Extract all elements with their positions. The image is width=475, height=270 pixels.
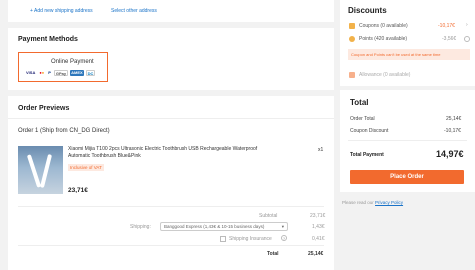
divider bbox=[8, 118, 334, 119]
divider bbox=[18, 206, 324, 207]
online-payment-option[interactable]: Online Payment VISA ●● P GPay AMEX DC bbox=[18, 52, 108, 82]
chevron-down-icon: ▾ bbox=[281, 224, 284, 229]
shipping-method-value: Banggood Express (1,43€ & 10-15 business… bbox=[164, 224, 265, 229]
coupon-discount-value: -10,17€ bbox=[444, 128, 461, 134]
total-title: Total bbox=[350, 98, 369, 107]
total-card: Total Order Total 25,14€ Coupon Discount… bbox=[340, 90, 475, 192]
product-name[interactable]: Xiaomi Mijia T100 2pcs Ultrasonic Electr… bbox=[68, 146, 268, 160]
payment-methods-card: Payment Methods Online Payment VISA ●● P… bbox=[8, 28, 334, 90]
privacy-note: Please read our Privacy Policy bbox=[342, 200, 403, 205]
shipping-method-select[interactable]: Banggood Express (1,43€ & 10-15 business… bbox=[160, 222, 288, 231]
card-icons: VISA ●● P GPay AMEX DC bbox=[25, 70, 96, 76]
points-value: -3,56€ bbox=[442, 36, 457, 42]
visa-icon: VISA bbox=[26, 70, 36, 75]
order-previews-title: Order Previews bbox=[18, 105, 70, 112]
info-icon[interactable]: ? bbox=[281, 235, 287, 241]
coupon-icon bbox=[349, 23, 355, 29]
discounts-title: Discounts bbox=[348, 6, 387, 15]
order-total-label: Order Total bbox=[350, 116, 375, 122]
total-payment-value: 14,97€ bbox=[436, 149, 464, 159]
divider bbox=[18, 245, 324, 246]
subtotal-value: 23,71€ bbox=[310, 213, 326, 219]
product-image[interactable] bbox=[18, 146, 63, 194]
coupons-value: -10,17€ bbox=[438, 23, 455, 29]
toothbrush-graphic bbox=[26, 154, 42, 188]
paypal-icon: P bbox=[48, 70, 51, 75]
divider bbox=[348, 140, 467, 141]
online-payment-label: Online Payment bbox=[51, 59, 94, 65]
order-header: Order 1 (Ship from CN_DG Direct) bbox=[18, 128, 110, 134]
allowance-icon bbox=[349, 72, 355, 78]
shipping-insurance-checkbox[interactable] bbox=[220, 236, 226, 242]
shipping-value: 1,43€ bbox=[312, 224, 325, 230]
select-other-address-link[interactable]: Select other address bbox=[111, 8, 157, 14]
privacy-policy-link[interactable]: Privacy Policy bbox=[375, 200, 403, 205]
amex-icon: AMEX bbox=[70, 70, 84, 76]
vat-tag: Inclusive of VAT bbox=[68, 164, 104, 171]
points-icon bbox=[349, 36, 355, 42]
diners-icon: DC bbox=[85, 70, 96, 76]
shipping-label: Shipping: bbox=[130, 224, 151, 230]
coupon-discount-label: Coupon Discount bbox=[350, 128, 389, 134]
order-total-value: 25,14€ bbox=[308, 251, 324, 257]
add-new-address-link[interactable]: + Add new shipping address bbox=[30, 8, 93, 14]
subtotal-label: Subtotal bbox=[259, 213, 278, 219]
discounts-card: Discounts Coupons (0 available) -10,17€ … bbox=[340, 0, 475, 86]
order-total-value: 25,14€ bbox=[446, 116, 462, 122]
toothbrush-graphic bbox=[39, 154, 53, 188]
coupon-points-warning: Coupon and Points can't be used at the s… bbox=[348, 49, 470, 60]
points-toggle[interactable] bbox=[464, 36, 470, 42]
allowance-label: Allowance (0 available) bbox=[359, 72, 411, 78]
gpay-icon: GPay bbox=[53, 70, 69, 76]
payment-methods-title: Payment Methods bbox=[18, 36, 78, 43]
order-total-label: Total bbox=[267, 251, 279, 257]
address-card: + Add new shipping address Select other … bbox=[8, 0, 334, 22]
chevron-right-icon[interactable]: › bbox=[466, 22, 468, 28]
mastercard-icon: ●● bbox=[39, 70, 45, 75]
total-payment-label: Total Payment bbox=[350, 152, 384, 158]
coupons-label[interactable]: Coupons (0 available) bbox=[359, 23, 408, 29]
shipping-insurance-value: 0,41€ bbox=[312, 236, 325, 242]
privacy-prefix: Please read our bbox=[342, 200, 374, 205]
product-quantity: x1 bbox=[318, 147, 324, 153]
shipping-insurance-label: Shipping Insurance bbox=[229, 236, 272, 242]
order-previews-card: Order Previews Order 1 (Ship from CN_DG … bbox=[8, 96, 334, 270]
product-price: 23,71€ bbox=[68, 187, 88, 194]
place-order-button[interactable]: Place Order bbox=[350, 170, 464, 184]
points-label: Points (420 available) bbox=[359, 36, 408, 42]
